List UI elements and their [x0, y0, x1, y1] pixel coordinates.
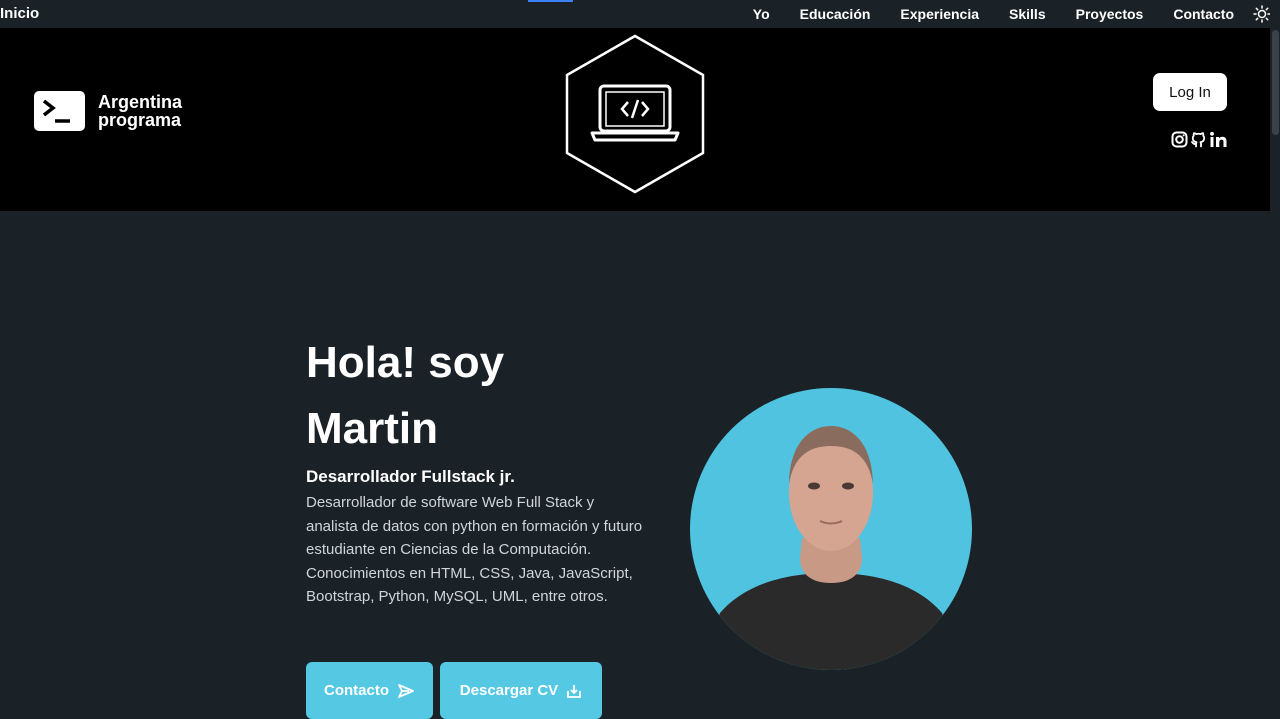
scrollbar-thumb[interactable] — [1272, 30, 1279, 135]
nav-link-proyectos[interactable]: Proyectos — [1076, 6, 1144, 22]
send-icon — [398, 683, 414, 698]
sun-icon[interactable] — [1253, 5, 1271, 23]
laptop-code-icon — [565, 34, 705, 194]
linkedin-icon[interactable] — [1209, 131, 1229, 148]
nav-link-educacion[interactable]: Educación — [800, 6, 871, 22]
active-indicator — [528, 0, 573, 2]
argentina-programa-logo[interactable]: Argentina programa — [34, 91, 182, 131]
nav-link-experiencia[interactable]: Experiencia — [900, 6, 979, 22]
page-scrollbar[interactable] — [1270, 0, 1280, 719]
instagram-icon[interactable] — [1171, 131, 1188, 148]
person-portrait-icon — [702, 426, 960, 670]
logo-text: Argentina programa — [98, 93, 182, 129]
download-icon — [567, 684, 582, 698]
download-cv-label: Descargar CV — [459, 682, 559, 699]
logo-line-2: programa — [98, 110, 182, 130]
nav-brand-inicio[interactable]: Inicio — [0, 5, 39, 22]
nav-links: Yo Educación Experiencia Skills Proyecto… — [723, 6, 1234, 22]
hero-subtitle: Desarrollador Fullstack jr. — [306, 467, 515, 486]
login-button[interactable]: Log In — [1153, 73, 1227, 111]
nav-link-contacto[interactable]: Contacto — [1173, 6, 1234, 22]
contact-button[interactable]: Contacto — [306, 662, 433, 719]
profile-photo — [690, 388, 972, 670]
social-links — [1171, 131, 1229, 148]
hero-title: Hola! soy Martin — [306, 338, 505, 453]
contact-button-label: Contacto — [324, 682, 389, 699]
nav-link-yo[interactable]: Yo — [753, 6, 770, 22]
hero-description: Desarrollador de software Web Full Stack… — [306, 494, 643, 605]
download-cv-button[interactable]: Descargar CV — [440, 662, 602, 719]
nav-link-skills[interactable]: Skills — [1009, 6, 1046, 22]
top-navbar: Inicio Yo Educación Experiencia Skills P… — [0, 0, 1271, 28]
github-icon[interactable] — [1190, 131, 1207, 148]
terminal-icon — [34, 91, 85, 131]
logo-line-1: Argentina — [98, 92, 183, 112]
